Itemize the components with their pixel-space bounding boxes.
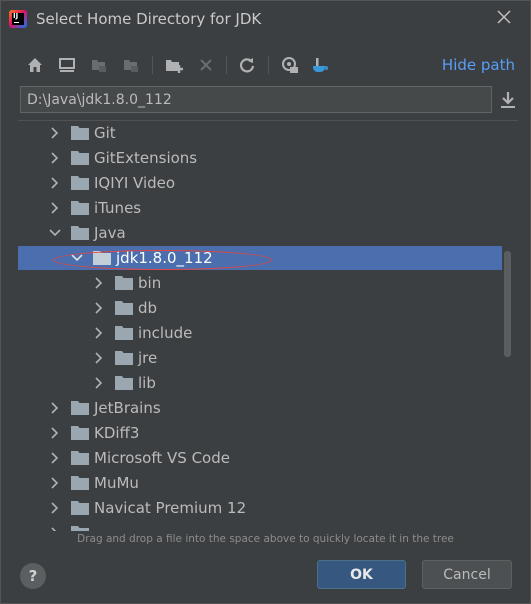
project-icon[interactable] <box>88 54 110 76</box>
toolbar-separator <box>152 56 153 74</box>
tree-item-git[interactable]: Git <box>18 121 502 145</box>
home-icon[interactable] <box>24 54 46 76</box>
intellij-logo-icon: IJ <box>9 10 27 28</box>
chevron-right-icon[interactable] <box>92 351 106 365</box>
path-input[interactable] <box>20 86 492 113</box>
tree-item-java[interactable]: Java <box>18 221 502 245</box>
chevron-right-icon[interactable] <box>48 451 62 465</box>
tree-scrollbar[interactable] <box>504 251 511 357</box>
directory-tree[interactable]: Git GitExtensions IQIYI Video iTunes Jav… <box>18 120 518 531</box>
jdk-cup-icon[interactable] <box>309 54 331 76</box>
download-icon[interactable] <box>498 89 518 111</box>
chevron-right-icon[interactable] <box>48 201 62 215</box>
folder-icon <box>115 326 133 340</box>
tree-item-jre[interactable]: jre <box>18 346 502 370</box>
tree-item-label: lib <box>138 374 156 392</box>
tree-item-label: Navicat Premium 12 <box>94 499 247 517</box>
folder-icon <box>71 176 89 190</box>
folder-icon <box>71 501 89 515</box>
chevron-right-icon[interactable] <box>48 526 62 531</box>
tree-item-db[interactable]: db <box>18 296 502 320</box>
tree-item-label: GitExtensions <box>94 149 198 167</box>
tree-item-include[interactable]: include <box>18 321 502 345</box>
chevron-right-icon[interactable] <box>48 476 62 490</box>
tree-item-label: Git <box>94 124 116 142</box>
hide-path-link[interactable]: Hide path <box>442 56 515 74</box>
folder-icon <box>71 451 89 465</box>
chevron-right-icon[interactable] <box>92 326 106 340</box>
module-icon[interactable] <box>120 54 142 76</box>
chevron-right-icon[interactable] <box>48 426 62 440</box>
tree-item-itunes[interactable]: iTunes <box>18 196 502 220</box>
folder-icon <box>115 301 133 315</box>
cancel-button[interactable]: Cancel <box>422 560 512 589</box>
chevron-right-icon[interactable] <box>48 176 62 190</box>
tree-item-microsoft-vs-code[interactable]: Microsoft VS Code <box>18 446 502 470</box>
tree-item-partial[interactable] <box>18 521 502 531</box>
toolbar-separator <box>268 56 269 74</box>
chevron-down-icon[interactable] <box>48 226 62 240</box>
folder-icon <box>115 276 133 290</box>
tree-item-label: Microsoft VS Code <box>94 449 230 467</box>
tree-item-label: IQIYI Video <box>94 174 176 192</box>
tree-item-iqiyi-video[interactable]: IQIYI Video <box>18 171 502 195</box>
tree-item-label: bin <box>138 274 162 292</box>
tree-item-mumu[interactable]: MuMu <box>18 471 502 495</box>
tree-item-label: JetBrains <box>94 399 161 417</box>
chevron-right-icon[interactable] <box>48 501 62 515</box>
tree-item-label: KDiff3 <box>94 424 140 442</box>
tree-item-jetbrains[interactable]: JetBrains <box>18 396 502 420</box>
chevron-right-icon[interactable] <box>92 301 106 315</box>
folder-icon <box>115 376 133 390</box>
folder-icon <box>71 401 89 415</box>
chevron-right-icon[interactable] <box>48 151 62 165</box>
title-bar: IJ Select Home Directory for JDK <box>0 0 531 38</box>
folder-icon <box>93 251 111 265</box>
tree-item-label: db <box>138 299 158 317</box>
folder-icon <box>71 526 89 531</box>
tree-item-label: jdk1.8.0_112 <box>116 249 213 267</box>
folder-icon <box>71 201 89 215</box>
tree-item-label: iTunes <box>94 199 142 217</box>
chevron-down-icon[interactable] <box>70 251 84 265</box>
folder-icon <box>71 126 89 140</box>
chevron-right-icon[interactable] <box>48 401 62 415</box>
tree-item-label: jre <box>138 349 158 367</box>
tree-item-label: MuMu <box>94 474 139 492</box>
help-button[interactable]: ? <box>20 563 46 589</box>
folder-icon <box>71 476 89 490</box>
tree-item-kdiff3[interactable]: KDiff3 <box>18 421 502 445</box>
toolbar-separator <box>226 56 227 74</box>
tree-item-lib[interactable]: lib <box>18 371 502 395</box>
delete-icon[interactable] <box>195 54 217 76</box>
chevron-right-icon[interactable] <box>48 126 62 140</box>
tree-item-navicat-premium-12[interactable]: Navicat Premium 12 <box>18 496 502 520</box>
show-hidden-icon[interactable] <box>279 54 301 76</box>
ok-button[interactable]: OK <box>317 560 406 589</box>
chevron-right-icon[interactable] <box>92 276 106 290</box>
desktop-icon[interactable] <box>56 54 78 76</box>
tree-item-bin[interactable]: bin <box>18 271 502 295</box>
toolbar: Hide path <box>0 50 531 80</box>
tree-item-gitextensions[interactable]: GitExtensions <box>18 146 502 170</box>
refresh-icon[interactable] <box>236 54 258 76</box>
folder-icon <box>71 426 89 440</box>
drag-drop-hint: Drag and drop a file into the space abov… <box>77 533 454 545</box>
tree-item-jdk1-8-0-112[interactable]: jdk1.8.0_112 <box>18 246 502 270</box>
tree-item-label: include <box>138 324 193 342</box>
new-folder-icon[interactable] <box>163 54 185 76</box>
tree-item-label: Java <box>94 224 126 242</box>
folder-icon <box>71 226 89 240</box>
folder-icon <box>71 151 89 165</box>
close-icon[interactable] <box>495 8 513 26</box>
dialog-title: Select Home Directory for JDK <box>36 10 262 28</box>
folder-icon <box>115 351 133 365</box>
chevron-right-icon[interactable] <box>92 376 106 390</box>
